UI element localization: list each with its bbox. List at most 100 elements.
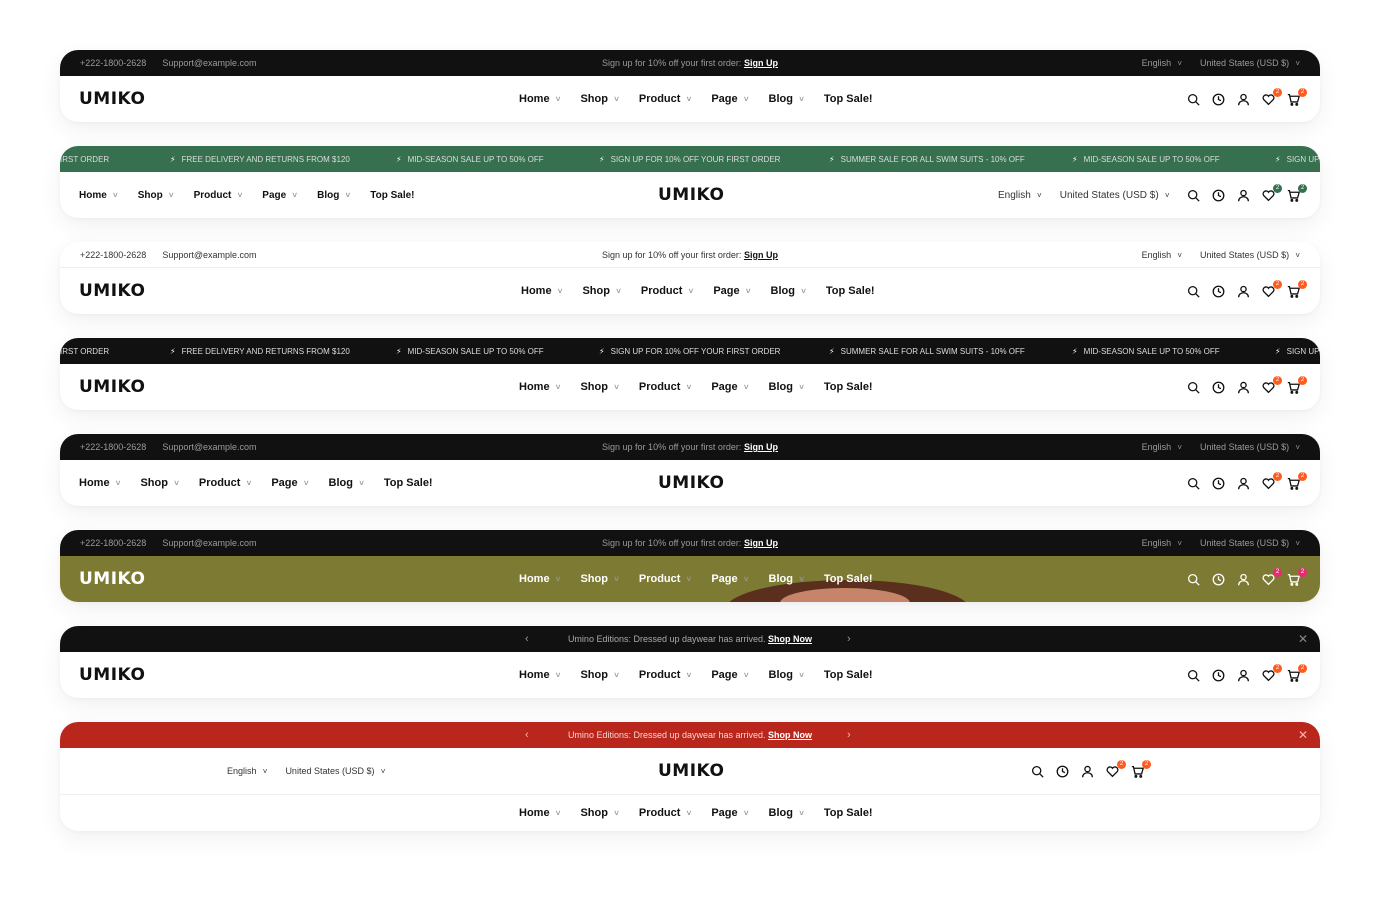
signup-link[interactable]: Sign Up <box>744 250 778 260</box>
chevron-right-icon[interactable]: › <box>847 729 851 741</box>
nav-product[interactable]: Product <box>194 190 243 201</box>
nav-blog[interactable]: Blog <box>329 477 364 489</box>
nav-top-sale[interactable]: Top Sale! <box>824 381 873 393</box>
signup-link[interactable]: Sign Up <box>744 538 778 548</box>
signup-link[interactable]: Sign Up <box>744 58 778 68</box>
logo[interactable]: UMIKO <box>79 281 145 301</box>
nav-top-sale[interactable]: Top Sale! <box>370 190 414 201</box>
search-icon[interactable] <box>1187 93 1200 106</box>
heart-icon[interactable]: 2 <box>1262 471 1282 490</box>
language-select[interactable]: English <box>998 190 1042 201</box>
history-icon[interactable] <box>1212 381 1225 394</box>
nav-home[interactable]: Home <box>519 93 560 105</box>
nav-product[interactable]: Product <box>639 381 691 393</box>
nav-blog[interactable]: Blog <box>769 381 804 393</box>
nav-page[interactable]: Page <box>711 381 748 393</box>
nav-home[interactable]: Home <box>519 381 560 393</box>
language-select[interactable]: English <box>1142 250 1182 260</box>
nav-shop[interactable]: Shop <box>580 669 618 681</box>
nav-top-sale[interactable]: Top Sale! <box>824 669 873 681</box>
nav-shop[interactable]: Shop <box>580 93 618 105</box>
heart-icon[interactable]: 2 <box>1262 375 1282 394</box>
logo[interactable]: UMIKO <box>658 185 724 205</box>
currency-select[interactable]: United States (USD $) <box>1060 190 1170 201</box>
search-icon[interactable] <box>1187 573 1200 586</box>
logo[interactable]: UMIKO <box>79 569 145 589</box>
nav-page[interactable]: Page <box>713 285 750 297</box>
currency-select[interactable]: United States (USD $) <box>1200 442 1300 452</box>
user-icon[interactable] <box>1237 477 1250 490</box>
nav-page[interactable]: Page <box>711 573 748 585</box>
nav-blog[interactable]: Blog <box>769 669 804 681</box>
heart-icon[interactable]: 2 <box>1262 279 1282 298</box>
history-icon[interactable] <box>1212 93 1225 106</box>
nav-page[interactable]: Page <box>262 190 297 201</box>
nav-product[interactable]: Product <box>639 93 691 105</box>
search-icon[interactable] <box>1187 285 1200 298</box>
logo[interactable]: UMIKO <box>79 89 145 109</box>
nav-top-sale[interactable]: Top Sale! <box>826 285 875 297</box>
chevron-right-icon[interactable]: › <box>847 633 851 645</box>
heart-icon[interactable]: 2 <box>1262 663 1282 682</box>
nav-top-sale[interactable]: Top Sale! <box>824 573 873 585</box>
user-icon[interactable] <box>1237 93 1250 106</box>
nav-home[interactable]: Home <box>79 190 118 201</box>
shop-now-link[interactable]: Shop Now <box>768 730 812 740</box>
cart-icon[interactable]: 2 <box>1287 471 1307 490</box>
history-icon[interactable] <box>1212 189 1225 202</box>
search-icon[interactable] <box>1187 381 1200 394</box>
nav-home[interactable]: Home <box>519 573 560 585</box>
nav-shop[interactable]: Shop <box>582 285 620 297</box>
nav-shop[interactable]: Shop <box>580 807 618 819</box>
logo[interactable]: UMIKO <box>658 473 724 493</box>
cart-icon[interactable]: 2 <box>1287 87 1307 106</box>
nav-shop[interactable]: Shop <box>580 573 618 585</box>
currency-select[interactable]: United States (USD $) <box>1200 538 1300 548</box>
cart-icon[interactable]: 2 <box>1287 375 1307 394</box>
nav-blog[interactable]: Blog <box>771 285 806 297</box>
nav-product[interactable]: Product <box>639 669 691 681</box>
language-select[interactable]: English <box>1142 58 1182 68</box>
nav-product[interactable]: Product <box>641 285 693 297</box>
history-icon[interactable] <box>1212 285 1225 298</box>
language-select[interactable]: English <box>1142 538 1182 548</box>
nav-page[interactable]: Page <box>711 93 748 105</box>
language-select[interactable]: English <box>1142 442 1182 452</box>
shop-now-link[interactable]: Shop Now <box>768 634 812 644</box>
nav-product[interactable]: Product <box>639 807 691 819</box>
currency-select[interactable]: United States (USD $) <box>1200 250 1300 260</box>
logo[interactable]: UMIKO <box>79 665 145 685</box>
nav-product[interactable]: Product <box>639 573 691 585</box>
search-icon[interactable] <box>1187 477 1200 490</box>
cart-icon[interactable]: 2 <box>1131 759 1151 778</box>
history-icon[interactable] <box>1212 669 1225 682</box>
nav-home[interactable]: Home <box>519 807 560 819</box>
nav-shop[interactable]: Shop <box>138 190 174 201</box>
search-icon[interactable] <box>1031 765 1044 778</box>
heart-icon[interactable]: 2 <box>1262 183 1282 202</box>
heart-icon[interactable]: 2 <box>1106 759 1126 778</box>
language-select[interactable]: English <box>227 766 267 776</box>
nav-page[interactable]: Page <box>271 477 308 489</box>
nav-page[interactable]: Page <box>711 669 748 681</box>
nav-home[interactable]: Home <box>519 669 560 681</box>
search-icon[interactable] <box>1187 189 1200 202</box>
close-icon[interactable]: ✕ <box>1298 728 1308 742</box>
cart-icon[interactable]: 2 <box>1287 183 1307 202</box>
nav-home[interactable]: Home <box>521 285 562 297</box>
user-icon[interactable] <box>1237 669 1250 682</box>
search-icon[interactable] <box>1187 669 1200 682</box>
nav-blog[interactable]: Blog <box>317 190 350 201</box>
user-icon[interactable] <box>1237 189 1250 202</box>
heart-icon[interactable]: 2 <box>1262 567 1282 586</box>
currency-select[interactable]: United States (USD $) <box>1200 58 1300 68</box>
nav-top-sale[interactable]: Top Sale! <box>824 807 873 819</box>
signup-link[interactable]: Sign Up <box>744 442 778 452</box>
nav-shop[interactable]: Shop <box>140 477 178 489</box>
user-icon[interactable] <box>1237 381 1250 394</box>
cart-icon[interactable]: 2 <box>1287 567 1307 586</box>
nav-shop[interactable]: Shop <box>580 381 618 393</box>
nav-blog[interactable]: Blog <box>769 93 804 105</box>
logo[interactable]: UMIKO <box>658 761 724 781</box>
close-icon[interactable]: ✕ <box>1298 632 1308 646</box>
